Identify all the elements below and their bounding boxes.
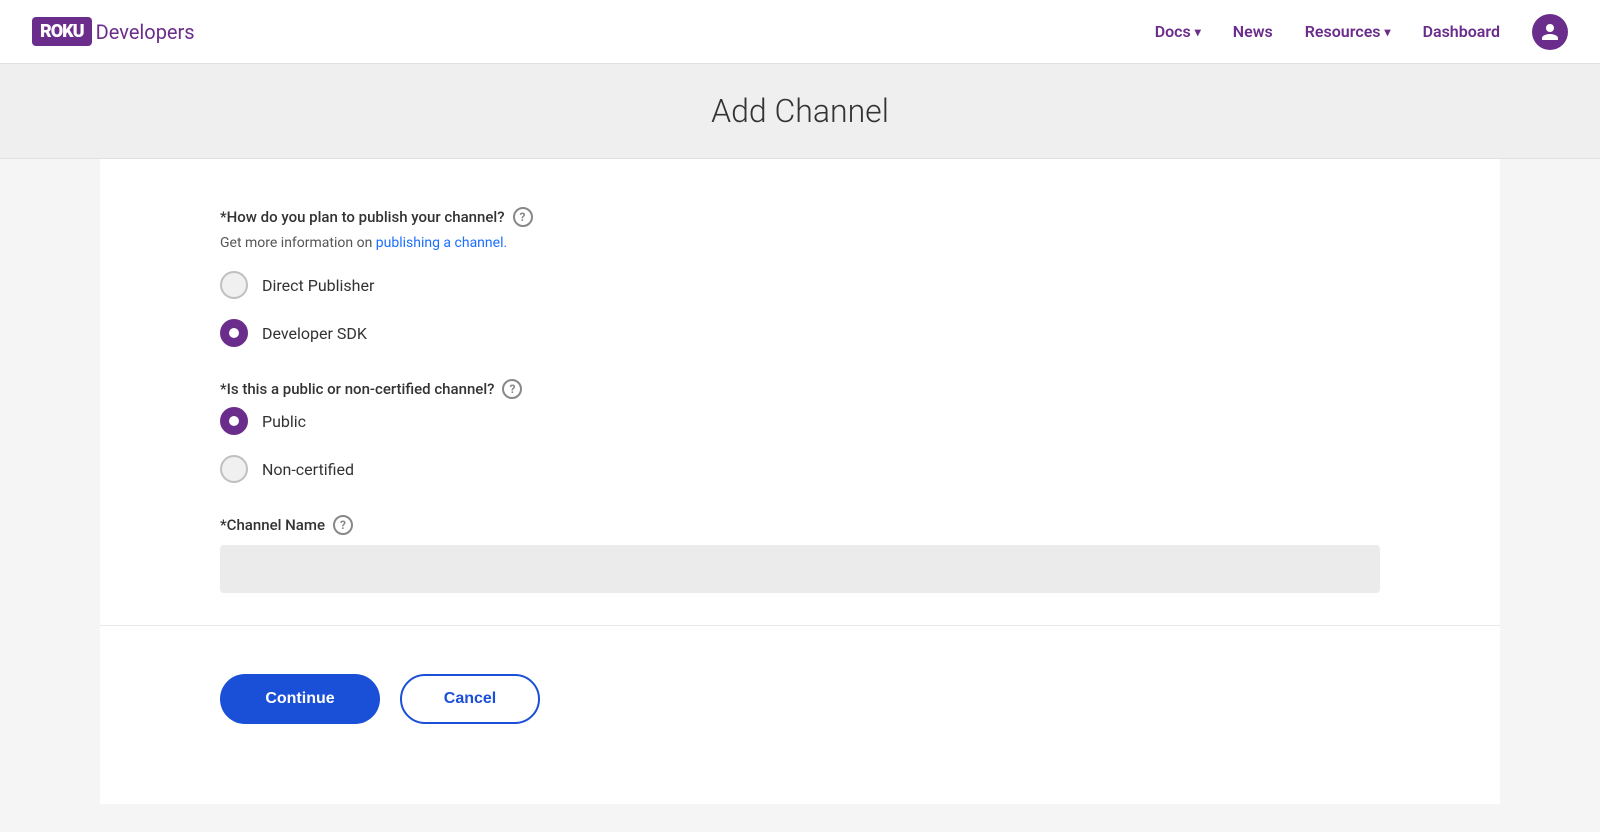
page-header: Add Channel (0, 64, 1600, 159)
channel-name-help-icon[interactable]: ? (333, 515, 353, 535)
nav-right: Docs ▾ News Resources ▾ Dashboard (1155, 14, 1568, 50)
radio-label-non-certified: Non-certified (262, 460, 354, 479)
nav-news-link[interactable]: News (1233, 22, 1273, 41)
resources-chevron-icon: ▾ (1385, 25, 1391, 39)
nav-left: ROKU Developers (32, 17, 195, 46)
button-row: Continue Cancel (220, 674, 1380, 756)
roku-logo-box: ROKU (32, 17, 92, 46)
radio-label-public: Public (262, 412, 306, 431)
publish-hint: Get more information on publishing a cha… (220, 235, 1380, 251)
nav-docs-link[interactable]: Docs ▾ (1155, 22, 1201, 41)
publish-method-section: *How do you plan to publish your channel… (220, 207, 1380, 347)
channel-type-help-icon[interactable]: ? (502, 379, 522, 399)
radio-non-certified[interactable]: Non-certified (220, 455, 1380, 483)
radio-label-developer-sdk: Developer SDK (262, 324, 367, 343)
nav-brand-text: Developers (96, 20, 195, 44)
publish-question: *How do you plan to publish your channel… (220, 207, 1380, 227)
cancel-button[interactable]: Cancel (400, 674, 540, 724)
channel-name-label: *Channel Name ? (220, 515, 1380, 535)
roku-logo[interactable]: ROKU Developers (32, 17, 195, 46)
channel-name-input[interactable] (220, 545, 1380, 593)
radio-circle-developer-sdk[interactable] (220, 319, 248, 347)
publish-help-icon[interactable]: ? (513, 207, 533, 227)
avatar[interactable] (1532, 14, 1568, 50)
channel-type-question: *Is this a public or non-certified chann… (220, 379, 1380, 399)
nav-resources-link[interactable]: Resources ▾ (1305, 22, 1391, 41)
radio-circle-public[interactable] (220, 407, 248, 435)
channel-name-section: *Channel Name ? (220, 515, 1380, 593)
docs-chevron-icon: ▾ (1195, 25, 1201, 39)
divider (100, 625, 1500, 626)
nav-dashboard-link[interactable]: Dashboard (1423, 22, 1500, 41)
radio-circle-non-certified[interactable] (220, 455, 248, 483)
publishing-channel-link[interactable]: publishing a channel. (376, 235, 507, 251)
radio-public[interactable]: Public (220, 407, 1380, 435)
continue-button[interactable]: Continue (220, 674, 380, 724)
radio-developer-sdk[interactable]: Developer SDK (220, 319, 1380, 347)
page-title: Add Channel (0, 92, 1600, 130)
main-content: *How do you plan to publish your channel… (100, 159, 1500, 804)
radio-label-direct-publisher: Direct Publisher (262, 276, 374, 295)
navbar: ROKU Developers Docs ▾ News Resources ▾ … (0, 0, 1600, 64)
radio-direct-publisher[interactable]: Direct Publisher (220, 271, 1380, 299)
radio-circle-direct-publisher[interactable] (220, 271, 248, 299)
channel-type-section: *Is this a public or non-certified chann… (220, 379, 1380, 483)
